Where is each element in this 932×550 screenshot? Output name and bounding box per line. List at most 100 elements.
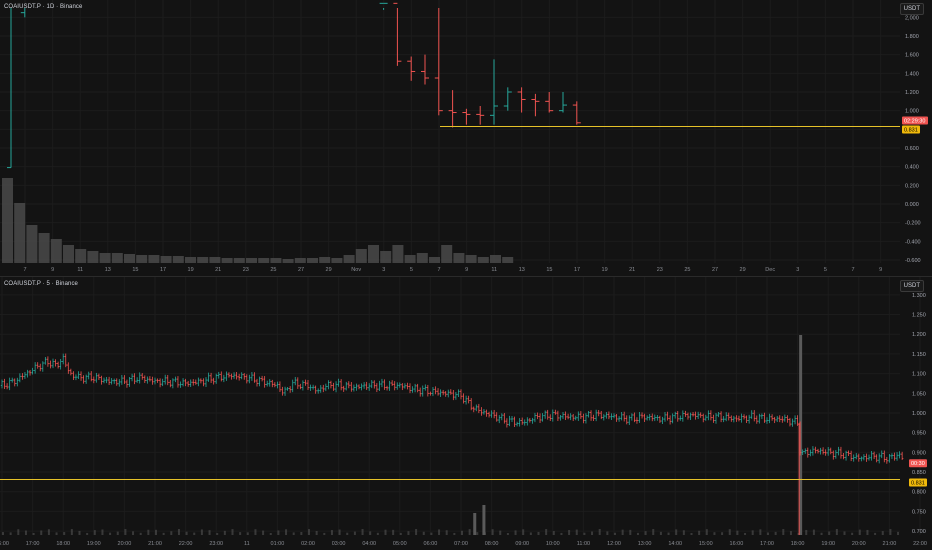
- volume-bar: [583, 532, 586, 535]
- volume-bar: [331, 258, 343, 263]
- volume-bar: [70, 529, 73, 535]
- currency-unit-button[interactable]: USDT: [899, 3, 924, 15]
- x-tick-label: 15: [546, 267, 552, 273]
- volume-bar: [659, 531, 662, 535]
- volume-bar: [629, 529, 632, 535]
- intraday-chart-pane[interactable]: 16:00 17:00 18:00 19:00 20:00 21:00 22:00 23:00…: [0, 277, 932, 550]
- volume-bar: [392, 529, 395, 535]
- volume-bar: [47, 529, 50, 535]
- y-tick-label: 0.600: [905, 146, 919, 152]
- y-tick-label: -0.200: [905, 221, 921, 227]
- volume-bar: [820, 532, 823, 535]
- symbol-label: COAIUSDT.P · 5 · Binance: [4, 281, 78, 287]
- x-tick-label: 13: [519, 267, 525, 273]
- countdown-tag-text: 02:29:30: [904, 118, 925, 124]
- volume-bar: [422, 531, 425, 535]
- x-tick-label: 19: [188, 267, 194, 273]
- y-tick-label: 1.000: [912, 411, 926, 417]
- volume-bar: [177, 529, 180, 535]
- volume-bar: [216, 532, 219, 535]
- volume-bar: [307, 258, 318, 263]
- volume-bar: [40, 530, 43, 535]
- x-tick-label: 14:00: [668, 541, 682, 547]
- volume-bar: [453, 532, 456, 535]
- volume-bar: [109, 532, 112, 535]
- x-tick-label: 21: [629, 267, 635, 273]
- y-tick-label: 1.200: [912, 332, 926, 338]
- volume-bar: [353, 531, 356, 535]
- price-level-tag-text: 0.831: [904, 127, 918, 133]
- volume-bar: [690, 532, 693, 535]
- volume-bar: [560, 532, 563, 535]
- volume-bar: [490, 255, 501, 263]
- volume-bar: [277, 530, 280, 535]
- x-tick-label: 19:00: [821, 541, 835, 547]
- volume-bar: [614, 532, 616, 535]
- volume-bar: [491, 529, 494, 535]
- volume-bar: [132, 531, 135, 535]
- volume-bar: [438, 529, 441, 535]
- y-tick-label: 1.300: [912, 293, 926, 299]
- x-tick-label: Dec: [765, 267, 775, 273]
- volume-bar: [835, 529, 838, 535]
- x-tick-label: 27: [712, 267, 718, 273]
- volume-bar: [209, 257, 221, 263]
- volume-bar: [26, 225, 38, 263]
- volume-bar: [744, 532, 747, 535]
- volume-bar: [308, 529, 310, 535]
- currency-unit-button[interactable]: USDT: [899, 280, 924, 292]
- y-tick-label: 2,000: [905, 15, 919, 21]
- x-tick-label: 20:00: [852, 541, 866, 547]
- y-tick-label: -0.600: [905, 258, 921, 264]
- volume-bar: [269, 532, 272, 535]
- volume-bar: [751, 530, 754, 535]
- x-tick-label: 25: [684, 267, 690, 273]
- volume-bar: [239, 532, 242, 535]
- x-tick-label: 5: [410, 267, 413, 273]
- y-tick-label: 1.250: [912, 313, 926, 319]
- volume-bar: [441, 245, 453, 263]
- x-tick-label: 17: [160, 267, 166, 273]
- volume-bar: [185, 257, 196, 263]
- price-level-tag-text: 0.831: [911, 480, 925, 486]
- volume-bar: [502, 257, 514, 263]
- daily-chart-svg[interactable]: 7 9 11 13 15 17 19 21 23 25 27 29 Nov 3 5 7 9 11 13 15 17 19 2…: [0, 0, 932, 276]
- volume-bar: [170, 531, 173, 535]
- x-tick-label: 21:00: [883, 541, 897, 547]
- x-tick-label: 10:00: [546, 541, 560, 547]
- volume-bar: [782, 529, 785, 535]
- volume-bar: [294, 258, 306, 263]
- x-tick-label: Nov: [351, 267, 361, 273]
- volume-bar: [38, 233, 50, 263]
- volume-bar: [376, 532, 379, 535]
- volume-bar: [116, 531, 119, 535]
- volume-bar: [258, 258, 270, 263]
- volume-bar: [598, 529, 601, 535]
- volume-bar: [17, 529, 20, 535]
- volume-bar: [506, 532, 509, 535]
- volume-bar: [522, 529, 525, 535]
- volume-bar: [147, 529, 150, 535]
- volume-bar: [9, 532, 12, 535]
- volume-bar: [476, 532, 479, 535]
- volume-bar: [759, 529, 762, 535]
- volume-bar: [667, 532, 670, 535]
- volume-bar: [537, 531, 540, 535]
- volume-bar: [858, 529, 861, 535]
- volume-bar: [851, 532, 854, 535]
- x-tick-label: 02:00: [301, 541, 315, 547]
- x-tick-label: 5: [824, 267, 827, 273]
- intraday-chart-svg[interactable]: 16:00 17:00 18:00 19:00 20:00 21:00 22:00 23:00…: [0, 277, 932, 550]
- y-tick-label: 0.200: [905, 183, 919, 189]
- volume-bar: [881, 531, 884, 535]
- x-tick-label: 04:00: [362, 541, 376, 547]
- volume-bar: [124, 529, 127, 535]
- volume-bar: [223, 530, 226, 535]
- daily-chart-pane[interactable]: 7 9 11 13 15 17 19 21 23 25 27 29 Nov 3 5 7 9 11 13 15 17 19 2…: [0, 0, 932, 276]
- volume-bar: [698, 530, 701, 535]
- volume-bar: [866, 529, 869, 535]
- x-tick-label: 16:00: [0, 541, 9, 547]
- x-tick-label: 29: [740, 267, 746, 273]
- x-tick-label: 9: [51, 267, 54, 273]
- x-tick-label: 13:00: [638, 541, 652, 547]
